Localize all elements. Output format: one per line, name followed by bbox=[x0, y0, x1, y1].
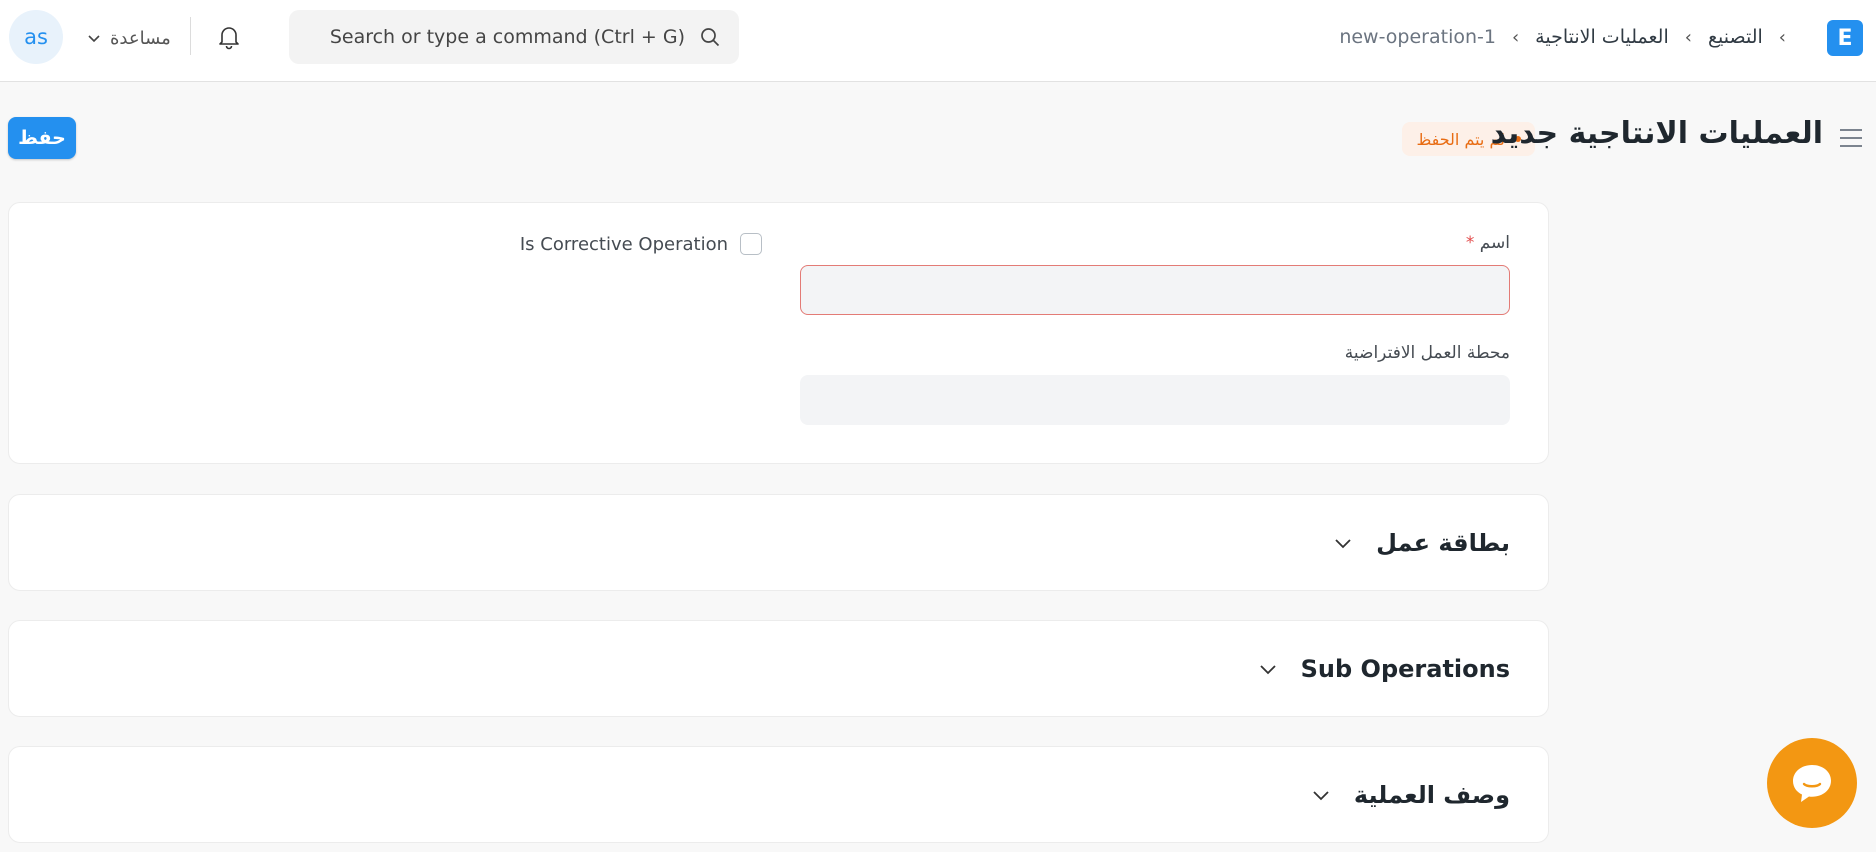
notifications-button[interactable] bbox=[214, 20, 244, 54]
help-dropdown[interactable]: مساعدة bbox=[86, 20, 171, 56]
menu-icon[interactable] bbox=[1839, 128, 1863, 148]
name-label-text: اسم bbox=[1479, 233, 1510, 253]
name-field[interactable] bbox=[800, 265, 1510, 315]
navbar: as مساعدة Search or type a command (Ctrl… bbox=[0, 0, 1876, 82]
corrective-operation-row: Is Corrective Operation bbox=[520, 231, 762, 257]
breadcrumb-item-manufacturing[interactable]: التصنيع bbox=[1708, 26, 1763, 48]
app-logo[interactable]: E bbox=[1827, 20, 1863, 56]
chevron-down-icon bbox=[1260, 664, 1276, 674]
help-label: مساعدة bbox=[110, 27, 171, 49]
section-title: بطاقة عمل bbox=[1376, 528, 1510, 557]
required-mark: * bbox=[1465, 233, 1475, 253]
avatar[interactable]: as bbox=[9, 10, 63, 64]
search-icon bbox=[701, 28, 720, 47]
section-title: Sub Operations bbox=[1300, 654, 1510, 683]
section-title: وصف العملية bbox=[1353, 780, 1510, 809]
form-card: اسم * محطة العمل الافتراضية Is Correctiv… bbox=[8, 202, 1549, 464]
workstation-field-label: محطة العمل الافتراضية bbox=[1344, 343, 1510, 363]
section-job-card[interactable]: بطاقة عمل bbox=[8, 494, 1549, 591]
chevron-down-icon bbox=[1335, 538, 1351, 548]
section-sub-operations[interactable]: Sub Operations bbox=[8, 620, 1549, 717]
breadcrumb: › التصنيع › العمليات الانتاجية › new-ope… bbox=[1339, 18, 1786, 56]
save-button[interactable]: حفظ bbox=[8, 117, 76, 159]
breadcrumb-separator-icon: › bbox=[1511, 26, 1520, 48]
page-title: العمليات الانتاجية جديد bbox=[1490, 116, 1823, 151]
corrective-operation-label: Is Corrective Operation bbox=[519, 233, 728, 255]
bell-icon bbox=[219, 27, 239, 50]
search-input[interactable]: Search or type a command (Ctrl + G) bbox=[330, 26, 685, 48]
chat-button[interactable] bbox=[1767, 738, 1857, 828]
section-operation-description[interactable]: وصف العملية bbox=[8, 746, 1549, 843]
breadcrumb-item-current: new-operation-1 bbox=[1339, 26, 1496, 48]
chat-icon bbox=[1793, 765, 1831, 802]
nav-divider bbox=[190, 17, 191, 55]
breadcrumb-separator-icon: › bbox=[1778, 26, 1786, 48]
breadcrumb-separator-icon: › bbox=[1684, 26, 1692, 48]
chevron-down-icon bbox=[88, 35, 100, 43]
name-field-label: اسم * bbox=[1466, 233, 1510, 253]
chevron-down-icon bbox=[1313, 790, 1329, 800]
workstation-field[interactable] bbox=[800, 375, 1510, 425]
corrective-operation-checkbox[interactable] bbox=[740, 233, 762, 255]
breadcrumb-item-operations[interactable]: العمليات الانتاجية bbox=[1535, 26, 1669, 48]
search-bar[interactable]: Search or type a command (Ctrl + G) bbox=[289, 10, 739, 64]
